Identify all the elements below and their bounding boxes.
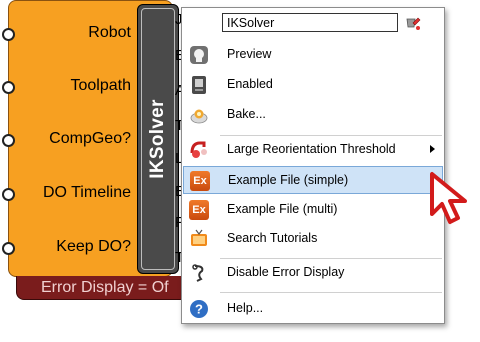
input-label: Toolpath xyxy=(70,77,132,94)
input-label: Robot xyxy=(88,24,131,41)
mouse-pointer-icon xyxy=(430,172,467,224)
tutorials-icon xyxy=(191,229,207,246)
enabled-icon xyxy=(192,76,206,94)
example-file-icon: Ex xyxy=(189,200,209,220)
component-name-bar[interactable]: IKSolver xyxy=(137,4,179,274)
input-toolpath[interactable]: Toolpath xyxy=(2,72,132,100)
submenu-arrow-icon xyxy=(430,145,435,153)
menu-item-preview[interactable]: Preview xyxy=(183,41,443,69)
input-grip[interactable] xyxy=(2,188,15,201)
input-grip[interactable] xyxy=(2,28,15,41)
menu-item-help[interactable]: ? Help... xyxy=(183,295,443,323)
input-label: Keep DO? xyxy=(56,238,131,255)
input-keep-do[interactable]: Keep DO? xyxy=(2,233,131,261)
svg-text:?: ? xyxy=(195,302,203,317)
threshold-icon xyxy=(190,141,207,158)
iksolver-component[interactable]: Robot Toolpath CompGeo? DO Timeline Keep… xyxy=(2,0,179,277)
bake-icon xyxy=(190,109,208,124)
menu-item-label: Enabled xyxy=(227,77,273,91)
example-file-icon: Ex xyxy=(190,171,210,191)
menu-item-label: Example File (simple) xyxy=(228,173,349,187)
input-label: DO Timeline xyxy=(42,184,131,201)
menu-item-label: Preview xyxy=(227,47,272,61)
input-grip[interactable] xyxy=(2,134,15,147)
menu-item-search-tutorials[interactable]: Search Tutorials xyxy=(183,225,443,253)
menu-item-label: Search Tutorials xyxy=(227,231,318,245)
menu-item-label: Bake... xyxy=(227,107,266,121)
menu-item-large-reorientation-threshold[interactable]: Large Reorientation Threshold xyxy=(183,136,443,164)
menu-separator xyxy=(220,292,442,293)
component-name-field[interactable] xyxy=(222,13,398,32)
menu-item-label: Disable Error Display xyxy=(227,265,345,279)
component-name: IKSolver xyxy=(147,99,168,179)
error-display-bar: Error Display = Of xyxy=(16,276,188,300)
menu-item-label: Help... xyxy=(227,301,264,315)
context-menu: Preview Enabled Bake... Large Reorientat… xyxy=(181,7,445,324)
input-do-timeline[interactable]: DO Timeline xyxy=(2,179,131,207)
menu-item-enabled[interactable]: Enabled xyxy=(183,71,443,99)
help-icon: ? xyxy=(190,300,208,318)
menu-item-example-file-simple[interactable]: Ex Example File (simple) xyxy=(183,166,443,194)
input-grip[interactable] xyxy=(2,242,15,255)
preview-icon xyxy=(190,46,208,64)
menu-item-label: Large Reorientation Threshold xyxy=(227,142,396,156)
error-display-text: Error Display = Of xyxy=(41,279,169,296)
error-display-icon xyxy=(192,264,204,282)
menu-item-example-file-multi[interactable]: Ex Example File (multi) xyxy=(183,196,443,224)
clear-name-icon[interactable] xyxy=(404,14,422,32)
menu-item-disable-error-display[interactable]: Disable Error Display xyxy=(183,259,443,287)
input-compgeo[interactable]: CompGeo? xyxy=(2,125,131,153)
menu-item-bake[interactable]: Bake... xyxy=(183,101,443,129)
input-label: CompGeo? xyxy=(49,130,131,147)
input-robot[interactable]: Robot xyxy=(2,19,131,47)
menu-item-label: Example File (multi) xyxy=(227,202,338,216)
input-grip[interactable] xyxy=(2,81,15,94)
